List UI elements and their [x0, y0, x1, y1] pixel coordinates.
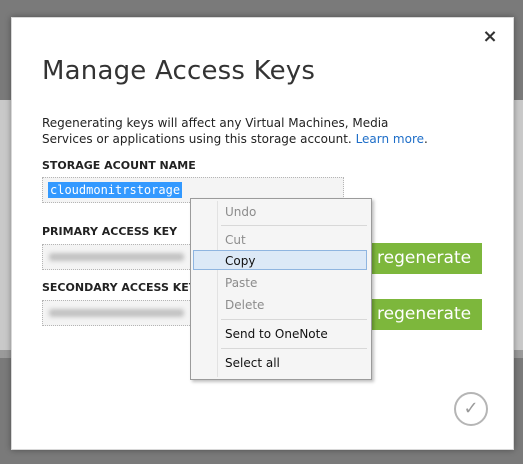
secondary-access-key-label: SECONDARY ACCESS KEY	[42, 281, 197, 294]
secondary-key-redacted	[49, 309, 184, 317]
storage-account-name-label: STORAGE ACOUNT NAME	[42, 159, 196, 172]
menu-separator	[221, 225, 367, 226]
dialog-title: Manage Access Keys	[42, 56, 316, 86]
menu-item-cut[interactable]: Cut	[225, 230, 246, 250]
menu-item-delete[interactable]: Delete	[225, 295, 264, 315]
menu-separator	[221, 319, 367, 320]
primary-key-redacted	[49, 253, 184, 261]
menu-item-highlight	[193, 250, 367, 270]
storage-account-name-value[interactable]: cloudmonitrstorage	[48, 182, 183, 198]
dialog-description: Regenerating keys will affect any Virtua…	[42, 116, 428, 146]
context-menu-gutter	[217, 201, 218, 377]
regenerate-secondary-button[interactable]: regenerate	[369, 299, 482, 330]
menu-item-send-to-onenote[interactable]: Send to OneNote	[225, 324, 328, 344]
primary-access-key-label: PRIMARY ACCESS KEY	[42, 225, 178, 238]
menu-item-undo[interactable]: Undo	[225, 202, 256, 222]
menu-item-copy[interactable]: Copy	[225, 251, 255, 271]
menu-item-paste[interactable]: Paste	[225, 273, 257, 293]
menu-separator	[221, 348, 367, 349]
context-menu: Undo Cut Copy Paste Delete Send to OneNo…	[190, 198, 372, 380]
description-text: Regenerating keys will affect any Virtua…	[42, 116, 389, 146]
learn-more-link[interactable]: Learn more	[356, 132, 424, 146]
close-icon[interactable]: ×	[481, 28, 499, 46]
regenerate-primary-button[interactable]: regenerate	[369, 243, 482, 274]
ok-checkmark-icon[interactable]: ✓	[454, 392, 488, 426]
menu-item-select-all[interactable]: Select all	[225, 353, 280, 373]
